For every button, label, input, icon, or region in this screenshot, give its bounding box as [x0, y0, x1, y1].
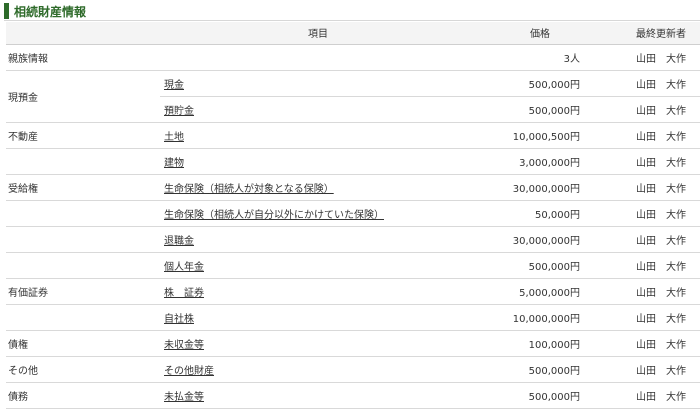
table-header-row: 項目 価格 最終更新者	[6, 22, 700, 45]
row-category	[6, 200, 160, 227]
row-price: 3人	[476, 44, 584, 71]
row-category: 受給権	[6, 174, 160, 201]
row-category: 債務	[6, 382, 160, 409]
row-item: その他財産	[160, 356, 476, 383]
item-link-cash[interactable]: 現金	[164, 80, 184, 91]
row-item: 個人年金	[160, 252, 476, 279]
table-row: 受給権 生命保険（相続人が対象となる保険） 30,000,000円 山田 大作	[6, 174, 700, 201]
section-divider	[4, 20, 700, 21]
item-link-life-insurance-other[interactable]: 生命保険（相続人が自分以外にかけていた保険）	[164, 210, 384, 221]
table-row: 生命保険（相続人が自分以外にかけていた保険） 50,000円 山田 大作	[6, 200, 700, 227]
row-price: 500,000円	[476, 382, 584, 409]
row-item: 自社株	[160, 304, 476, 331]
row-category: 不動産	[6, 122, 160, 149]
table-row: 親族情報 3人 山田 大作	[6, 44, 700, 71]
section-accent-bar	[4, 3, 9, 19]
row-price: 10,000,000円	[476, 304, 584, 331]
row-item: 土地	[160, 122, 476, 149]
item-link-receivables[interactable]: 未収金等	[164, 340, 204, 351]
row-item: 退職金	[160, 226, 476, 253]
item-link-retirement-allowance[interactable]: 退職金	[164, 236, 194, 247]
row-category: 債権	[6, 330, 160, 357]
header-category	[6, 22, 160, 45]
row-item: 預貯金	[160, 96, 476, 123]
row-price: 500,000円	[476, 356, 584, 383]
row-category	[6, 148, 160, 175]
table-row: 個人年金 500,000円 山田 大作	[6, 252, 700, 279]
header-updater: 最終更新者	[584, 22, 700, 45]
header-price: 価格	[476, 22, 584, 45]
section-title: 相続財産情報	[14, 4, 87, 19]
row-category	[6, 226, 160, 253]
row-category: その他	[6, 356, 160, 383]
table-row: 債務 未払金等 500,000円 山田 大作	[6, 382, 700, 409]
row-updater: 山田 大作	[584, 382, 700, 409]
row-updater: 山田 大作	[584, 356, 700, 383]
row-price: 30,000,000円	[476, 226, 584, 253]
table-row: 建物 3,000,000円 山田 大作	[6, 148, 700, 175]
row-item: 生命保険（相続人が対象となる保険）	[160, 174, 476, 201]
row-category	[6, 304, 160, 331]
row-price: 500,000円	[476, 252, 584, 279]
row-category: 有価証券	[6, 278, 160, 305]
section-header: 相続財産情報	[4, 2, 700, 20]
item-link-payables[interactable]: 未払金等	[164, 392, 204, 403]
estate-table: 項目 価格 最終更新者 親族情報 3人 山田 大作 現預金 現金 500,000…	[6, 22, 700, 409]
table-row: 有価証券 株 証券 5,000,000円 山田 大作	[6, 278, 700, 305]
item-link-deposits[interactable]: 預貯金	[164, 106, 194, 117]
row-updater: 山田 大作	[584, 278, 700, 305]
row-price: 3,000,000円	[476, 148, 584, 175]
row-updater: 山田 大作	[584, 148, 700, 175]
table-row: 現預金 現金 500,000円 山田 大作	[6, 70, 700, 123]
row-updater: 山田 大作	[584, 44, 700, 71]
header-item: 項目	[160, 22, 476, 45]
row-price: 500,000円	[476, 96, 584, 123]
row-updater: 山田 大作	[584, 226, 700, 253]
row-price: 100,000円	[476, 330, 584, 357]
row-item: 株 証券	[160, 278, 476, 305]
row-category: 現預金	[6, 70, 160, 123]
row-updater: 山田 大作	[584, 174, 700, 201]
table-row: 自社株 10,000,000円 山田 大作	[6, 304, 700, 331]
row-price: 50,000円	[476, 200, 584, 227]
row-updater: 山田 大作	[584, 330, 700, 357]
item-link-stocks-securities[interactable]: 株 証券	[164, 288, 204, 299]
table-row: 退職金 30,000,000円 山田 大作	[6, 226, 700, 253]
row-item: 未払金等	[160, 382, 476, 409]
row-price: 500,000円	[476, 70, 584, 97]
row-updater: 山田 大作	[584, 70, 700, 97]
item-link-company-shares[interactable]: 自社株	[164, 314, 194, 325]
table-row: その他 その他財産 500,000円 山田 大作	[6, 356, 700, 383]
item-link-land[interactable]: 土地	[164, 132, 184, 143]
item-link-other-assets[interactable]: その他財産	[164, 366, 214, 377]
row-item: 建物	[160, 148, 476, 175]
row-updater: 山田 大作	[584, 122, 700, 149]
row-item	[160, 44, 476, 71]
row-updater: 山田 大作	[584, 304, 700, 331]
row-category	[6, 252, 160, 279]
row-price: 30,000,000円	[476, 174, 584, 201]
row-updater: 山田 大作	[584, 252, 700, 279]
row-item: 現金	[160, 70, 476, 97]
table-row: 債権 未収金等 100,000円 山田 大作	[6, 330, 700, 357]
row-item: 生命保険（相続人が自分以外にかけていた保険）	[160, 200, 476, 227]
row-item: 未収金等	[160, 330, 476, 357]
row-price: 5,000,000円	[476, 278, 584, 305]
item-link-personal-pension[interactable]: 個人年金	[164, 262, 204, 273]
item-link-building[interactable]: 建物	[164, 158, 184, 169]
row-price: 10,000,500円	[476, 122, 584, 149]
table-row: 不動産 土地 10,000,500円 山田 大作	[6, 122, 700, 149]
row-updater: 山田 大作	[584, 200, 700, 227]
row-category: 親族情報	[6, 44, 160, 71]
row-updater: 山田 大作	[584, 96, 700, 123]
item-link-life-insurance-heir[interactable]: 生命保険（相続人が対象となる保険）	[164, 184, 334, 195]
